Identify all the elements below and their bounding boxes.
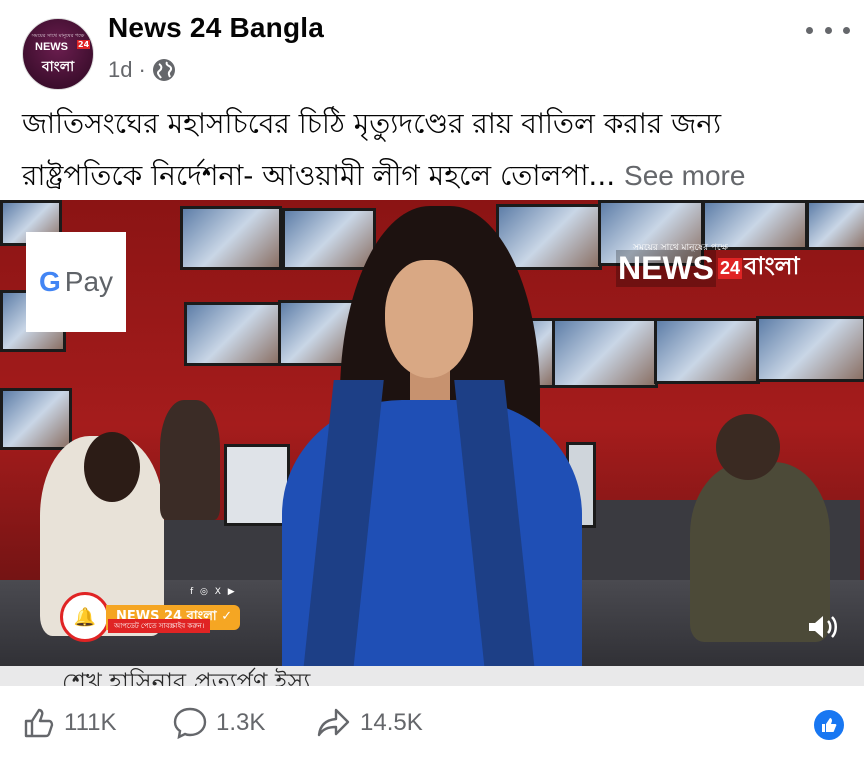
comment-button[interactable]: 1.3K	[172, 706, 265, 740]
ticker-text: শেখ হাসিনার প্রত্যর্পণ ইস্যু	[62, 668, 311, 686]
avatar-bangla-text: বাংলা	[41, 59, 75, 75]
meta-separator: ·	[138, 57, 146, 82]
like-button[interactable]: 111K	[22, 706, 117, 740]
desk-monitor	[224, 444, 290, 526]
share-icon	[317, 708, 350, 737]
avatar-news-text: NEWS	[35, 41, 68, 53]
like-count: 111K	[64, 709, 117, 736]
comment-icon	[173, 707, 207, 740]
share-count: 14.5K	[360, 709, 423, 736]
like-reaction-badge[interactable]	[812, 708, 846, 742]
studio-monitor	[184, 302, 282, 366]
gpay-g: G	[38, 266, 61, 297]
post-actions: 111K 1.3K 14.5K	[0, 698, 864, 754]
globe-icon	[152, 59, 175, 81]
comment-count: 1.3K	[216, 709, 266, 736]
background-person-head	[84, 432, 140, 502]
post-header: সময়ের সাথে মানুষের পক্ষে NEWS 24 বাংলা …	[0, 0, 864, 92]
post-caption: জাতিসংঘের মহাসচিবের চিঠি মৃত্যুদণ্ডের রা…	[22, 98, 852, 202]
post-meta: 1d ·	[108, 57, 176, 83]
caption-line-2: রাষ্ট্রপতিকে নির্দেশনা- আওয়ামী লীগ মহলে…	[22, 150, 852, 202]
gpay-logo: G Pay	[26, 232, 126, 332]
channel-news-text: NEWS	[616, 249, 716, 287]
studio-monitor	[0, 388, 72, 450]
lower-third-logo: 🔔 NEWS 24 বাংলা ✓ আপডেট পেতে সাবস্ক্রাইব…	[60, 592, 241, 642]
channel-number: 24	[718, 257, 743, 279]
studio-monitor	[180, 206, 282, 270]
avatar-number: 24	[77, 40, 91, 49]
studio-monitor	[654, 318, 760, 384]
caption-line-1: জাতিসংঘের মহাসচিবের চিঠি মৃত্যুদণ্ডের রা…	[22, 107, 722, 140]
share-button[interactable]: 14.5K	[316, 706, 423, 740]
speaker-icon[interactable]	[806, 612, 842, 642]
news-ticker: শেখ হাসিনার প্রত্যর্পণ ইস্যু	[0, 666, 864, 686]
studio-monitor	[282, 208, 376, 270]
lower-third-subscribe: আপডেট পেতে সাবস্ক্রাইব করুন।	[108, 619, 211, 633]
video-player[interactable]: G Pay সময়ের সাথে মানুষের পক্ষে NEWS 24 …	[0, 200, 864, 686]
studio-desk	[150, 520, 290, 580]
news-anchor-face	[385, 260, 473, 378]
post-time[interactable]: 1d	[108, 57, 132, 83]
caption-line-2-text: রাষ্ট্রপতিকে নির্দেশনা- আওয়ামী লীগ মহলে…	[22, 159, 616, 192]
thumbs-up-icon	[24, 708, 54, 738]
see-more-link[interactable]: See more	[624, 160, 745, 191]
studio-monitor	[806, 200, 864, 250]
studio-monitor	[552, 318, 658, 388]
thumbs-up-icon	[822, 718, 837, 732]
studio-monitor	[756, 316, 864, 382]
background-person-head	[716, 414, 780, 480]
gpay-text: Pay	[64, 266, 114, 297]
bell-icon: 🔔	[60, 592, 110, 642]
page-avatar[interactable]: সময়ের সাথে মানুষের পক্ষে NEWS 24 বাংলা	[22, 18, 94, 90]
background-person	[160, 400, 220, 520]
page-name-link[interactable]: News 24 Bangla	[108, 12, 324, 44]
three-dots-icon[interactable]	[806, 18, 850, 42]
channel-bangla-text: বাংলা	[744, 252, 800, 280]
channel-logo: NEWS 24 বাংলা	[616, 248, 800, 288]
